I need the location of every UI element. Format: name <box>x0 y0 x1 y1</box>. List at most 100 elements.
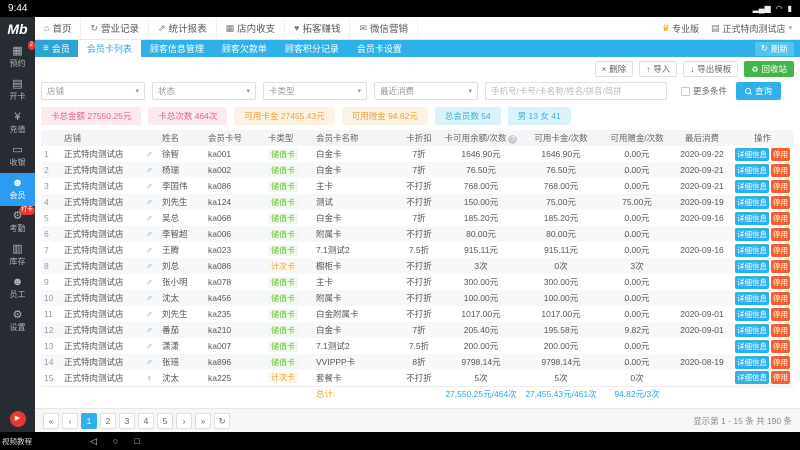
detail-button[interactable]: 详细信息 <box>735 324 769 337</box>
page-button-4[interactable]: 4 <box>138 413 154 429</box>
detail-button[interactable]: 详细信息 <box>735 340 769 353</box>
filter-row: 店铺▾ 状态▾ 卡类型▾ 最近消费▾ 更多条件 查询 <box>41 79 794 103</box>
nav-item-reports[interactable]: ⇗统计报表 <box>149 17 217 39</box>
stop-button[interactable]: 停用 <box>771 148 790 161</box>
sidebar-item-attendance[interactable]: ⚙打卡考勤 <box>0 206 35 239</box>
export-template-button[interactable]: ↓导出模板 <box>683 61 738 77</box>
cell-last-consume <box>673 274 731 290</box>
page-refresh-button[interactable]: ↻ <box>214 413 230 429</box>
tab-customer-info[interactable]: 顾客信息管理 <box>141 40 213 57</box>
search-button[interactable]: 查询 <box>736 82 781 100</box>
detail-button[interactable]: 详细信息 <box>735 356 769 369</box>
detail-button[interactable]: 详细信息 <box>735 260 769 273</box>
tab-customer-arrears[interactable]: 顾客欠款单 <box>213 40 276 57</box>
table-row: 10正式特肉测试店♂沈太ka456储值卡附属卡不打折100.00元100.00元… <box>41 290 794 306</box>
stop-button[interactable]: 停用 <box>771 324 790 337</box>
cell-discount: 7折 <box>397 322 441 338</box>
filter-select-recent-consume[interactable]: 最近消费▾ <box>374 82 478 100</box>
cell-store: 正式特肉测试店 <box>61 354 143 370</box>
page-last-button[interactable]: » <box>195 413 211 429</box>
sidebar-item-recharge[interactable]: ¥充值 <box>0 107 35 140</box>
stop-button[interactable]: 停用 <box>771 308 790 321</box>
store-selector[interactable]: ▤正式特肉测试店▾ <box>711 22 792 35</box>
cell-discount: 7折 <box>397 146 441 162</box>
page-first-button[interactable]: « <box>43 413 59 429</box>
crown-icon: ♛ <box>662 23 670 34</box>
more-conditions-checkbox[interactable] <box>681 87 690 96</box>
page-button-1[interactable]: 1 <box>81 413 97 429</box>
detail-button[interactable]: 详细信息 <box>735 244 769 257</box>
detail-button[interactable]: 详细信息 <box>735 212 769 225</box>
back-icon[interactable]: ◁ <box>90 436 97 447</box>
home-circle-icon[interactable]: ○ <box>113 436 118 447</box>
stop-button[interactable]: 停用 <box>771 244 790 257</box>
sidebar-item-inventory[interactable]: ▥库存 <box>0 239 35 272</box>
page-button-5[interactable]: 5 <box>157 413 173 429</box>
sidebar-item-label: 库存 <box>0 256 35 267</box>
nav-item-home[interactable]: ⌂首页 <box>35 17 81 39</box>
video-tutorial-button[interactable]: ▶ <box>10 411 26 427</box>
stop-button[interactable]: 停用 <box>771 292 790 305</box>
detail-button[interactable]: 详细信息 <box>735 371 769 384</box>
card-type-badge: 储值卡 <box>268 293 298 304</box>
detail-button[interactable]: 详细信息 <box>735 180 769 193</box>
filter-select-status[interactable]: 状态▾ <box>152 82 256 100</box>
stop-button[interactable]: 停用 <box>771 212 790 225</box>
sidebar-item-appointment[interactable]: ▦2预约 <box>0 41 35 74</box>
nav-item-business-records[interactable]: ↻营业记录 <box>81 17 149 39</box>
refresh-button[interactable]: ↻刷新 <box>755 42 794 56</box>
sidebar-item-open-card[interactable]: ▤开卡 <box>0 74 35 107</box>
detail-button[interactable]: 详细信息 <box>735 148 769 161</box>
cell-gift-amount: 0.00元 <box>601 306 673 322</box>
import-button[interactable]: ↑导入 <box>639 61 677 77</box>
search-input[interactable] <box>485 82 667 100</box>
tab-member-card-list[interactable]: 会员卡列表 <box>78 40 141 57</box>
stop-button[interactable]: 停用 <box>771 340 790 353</box>
help-icon[interactable]: ? <box>508 135 517 144</box>
filter-select-store[interactable]: 店铺▾ <box>41 82 145 100</box>
cell-balance: 1646.90元 <box>441 146 521 162</box>
page-next-button[interactable]: › <box>176 413 192 429</box>
nav-item-label: 统计报表 <box>169 21 207 35</box>
nav-item-store-finance[interactable]: ▦店内收支 <box>217 17 286 39</box>
stop-button[interactable]: 停用 <box>771 164 790 177</box>
page-prev-button[interactable]: ‹ <box>62 413 78 429</box>
table-row: 9正式特肉测试店♂张小明ka078储值卡主卡不打折300.00元300.00元0… <box>41 274 794 290</box>
stop-button[interactable]: 停用 <box>771 260 790 273</box>
recent-icon[interactable]: □ <box>134 436 139 447</box>
delete-button[interactable]: ×删除 <box>595 61 634 77</box>
sidebar-item-cashier[interactable]: ▭收银 <box>0 140 35 173</box>
recycle-bin-button[interactable]: ♻回收站 <box>744 61 794 77</box>
cell-card-type: 计次卡 <box>265 258 313 274</box>
member-card-table-wrap: 店铺姓名会员卡号卡类型会员卡名称卡折扣卡可用余额/次数?可用卡金/次数可用赠金/… <box>41 130 794 402</box>
detail-button[interactable]: 详细信息 <box>735 196 769 209</box>
cell-store: 正式特肉测试店 <box>61 370 143 386</box>
sidebar-item-staff[interactable]: ☻员工 <box>0 272 35 305</box>
module-menu[interactable]: ≡会员 <box>35 40 78 57</box>
nav-item-wechat-marketing[interactable]: ✉微信营销 <box>350 17 418 39</box>
detail-button[interactable]: 详细信息 <box>735 308 769 321</box>
cell-card-type: 储值卡 <box>265 178 313 194</box>
tab-customer-points[interactable]: 顾客积分记录 <box>276 40 348 57</box>
detail-button[interactable]: 详细信息 <box>735 292 769 305</box>
stop-button[interactable]: 停用 <box>771 180 790 193</box>
cell-store: 正式特肉测试店 <box>61 290 143 306</box>
stop-button[interactable]: 停用 <box>771 276 790 289</box>
nav-item-label: 营业记录 <box>101 21 139 35</box>
page-button-2[interactable]: 2 <box>100 413 116 429</box>
filter-select-card-type[interactable]: 卡类型▾ <box>263 82 367 100</box>
nav-item-get-customers[interactable]: ♥拓客赚钱 <box>285 17 350 39</box>
sidebar-item-settings[interactable]: ⚙设置 <box>0 305 35 338</box>
detail-button[interactable]: 详细信息 <box>735 228 769 241</box>
page-button-3[interactable]: 3 <box>119 413 135 429</box>
cell-index: 5 <box>41 210 61 226</box>
sidebar-item-member[interactable]: ☻会员 <box>0 173 35 206</box>
detail-button[interactable]: 详细信息 <box>735 276 769 289</box>
stop-button[interactable]: 停用 <box>771 371 790 384</box>
tab-member-card-settings[interactable]: 会员卡设置 <box>348 40 411 57</box>
stop-button[interactable]: 停用 <box>771 228 790 241</box>
more-conditions[interactable]: 更多条件 <box>681 85 727 97</box>
stop-button[interactable]: 停用 <box>771 196 790 209</box>
stop-button[interactable]: 停用 <box>771 356 790 369</box>
detail-button[interactable]: 详细信息 <box>735 164 769 177</box>
